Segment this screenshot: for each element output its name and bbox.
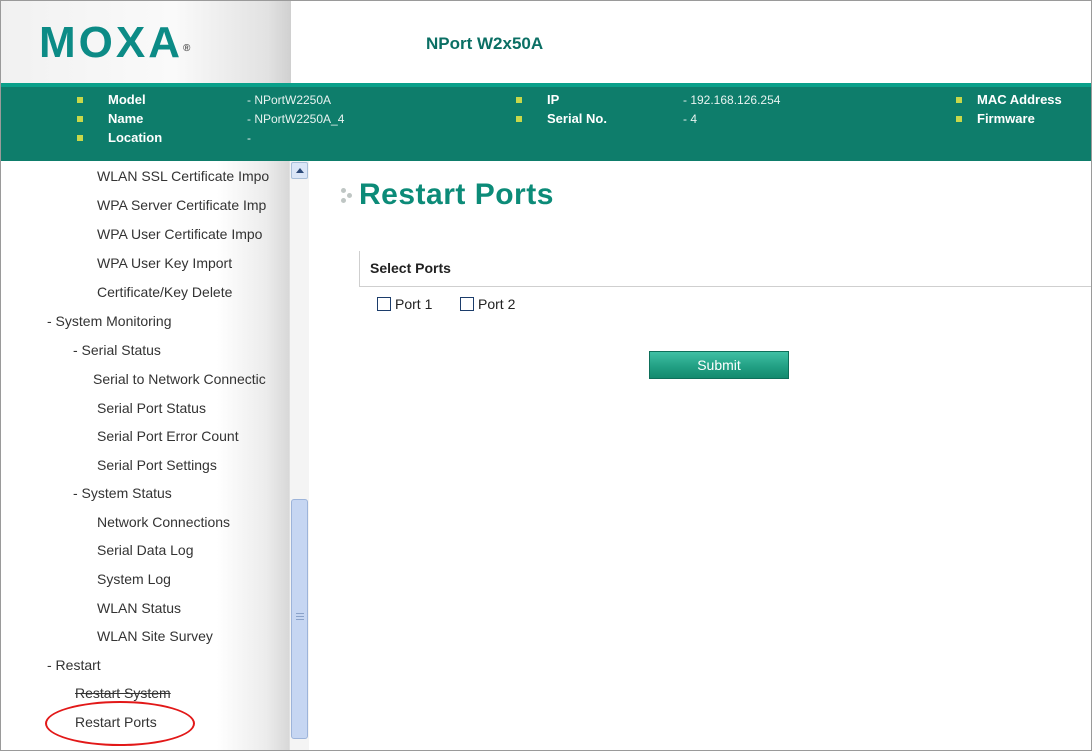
ip-label: IP xyxy=(547,92,560,107)
info-row-3: Location - xyxy=(1,129,601,147)
moxa-logo: MOXA® xyxy=(39,19,190,67)
nav-wpa-user-certificate-import[interactable]: WPA User Certificate Impo xyxy=(97,225,262,243)
nav-serial-port-error-count[interactable]: Serial Port Error Count xyxy=(97,427,239,445)
port1-option[interactable]: Port 1 xyxy=(377,296,432,312)
model-value: - NPortW2250A xyxy=(247,93,332,107)
model-label: Model xyxy=(108,92,146,107)
nav-serial-status[interactable]: - Serial Status xyxy=(73,341,161,359)
select-ports-header: Select Ports xyxy=(359,251,1091,287)
nav-wlan-ssl-certificate-import[interactable]: WLAN SSL Certificate Impo xyxy=(97,167,269,185)
device-info-bar: Model - NPortW2250A IP - 192.168.126.254… xyxy=(1,83,1091,161)
bullet-icon xyxy=(77,116,83,122)
scroll-up-icon[interactable] xyxy=(291,162,308,179)
nav-system-monitoring[interactable]: - System Monitoring xyxy=(47,312,171,330)
nav-serial-port-status[interactable]: Serial Port Status xyxy=(97,399,206,417)
main-content: Restart Ports Select Ports Port 1 Port 2… xyxy=(309,161,1091,750)
sidebar-nav: WLAN SSL Certificate Impo WPA Server Cer… xyxy=(1,161,309,750)
grip-icon xyxy=(296,613,304,622)
location-label: Location xyxy=(108,130,163,145)
nav-restart-system[interactable]: Restart System xyxy=(75,684,171,702)
bullet-icon xyxy=(956,116,962,122)
info-row-2: Name - NPortW2250A_4 Serial No. - 4 Firm… xyxy=(1,110,1091,128)
title-dots-icon xyxy=(341,188,355,204)
port2-option[interactable]: Port 2 xyxy=(460,296,515,312)
port1-checkbox[interactable] xyxy=(377,297,391,311)
nav-restart[interactable]: - Restart xyxy=(47,656,101,674)
nav-network-connections[interactable]: Network Connections xyxy=(97,513,230,531)
scrollbar-thumb[interactable] xyxy=(291,499,308,739)
nav-restart-ports[interactable]: Restart Ports xyxy=(75,713,157,731)
product-name: NPort W2x50A xyxy=(426,34,544,53)
nav-system-status[interactable]: - System Status xyxy=(73,484,172,502)
serial-label: Serial No. xyxy=(547,111,607,126)
logo-area: MOXA® xyxy=(1,1,291,83)
mac-address-label: MAC Address xyxy=(977,92,1062,107)
bullet-icon xyxy=(77,135,83,141)
name-label: Name xyxy=(108,111,144,126)
nav-system-log[interactable]: System Log xyxy=(97,570,171,588)
logo-text: MOXA xyxy=(39,18,183,67)
browser-page: MOXA® NPort W2x50A Model - NPortW2250A I… xyxy=(0,0,1092,751)
port2-checkbox[interactable] xyxy=(460,297,474,311)
nav-certificate-key-delete[interactable]: Certificate/Key Delete xyxy=(97,283,232,301)
nav-wlan-site-survey[interactable]: WLAN Site Survey xyxy=(97,627,213,645)
nav-wpa-server-certificate-import[interactable]: WPA Server Certificate Imp xyxy=(97,196,266,214)
name-value: - NPortW2250A_4 xyxy=(247,112,345,126)
submit-button[interactable]: Submit xyxy=(649,351,789,379)
port2-label: Port 2 xyxy=(478,296,516,312)
bullet-icon xyxy=(516,97,522,103)
ip-value: - 192.168.126.254 xyxy=(683,93,781,107)
sidebar-scrollbar[interactable] xyxy=(289,161,309,750)
nav-wlan-status[interactable]: WLAN Status xyxy=(97,599,181,617)
info-row-1: Model - NPortW2250A IP - 192.168.126.254… xyxy=(1,91,1091,109)
location-value: - xyxy=(247,131,251,145)
serial-value: - 4 xyxy=(683,112,698,126)
firmware-label: Firmware xyxy=(977,111,1035,126)
port1-label: Port 1 xyxy=(395,296,433,312)
nav-serial-port-settings[interactable]: Serial Port Settings xyxy=(97,456,217,474)
page-title: Restart Ports xyxy=(359,178,554,211)
bullet-icon xyxy=(956,97,962,103)
nav-wpa-user-key-import[interactable]: WPA User Key Import xyxy=(97,254,232,272)
registered-mark: ® xyxy=(183,43,191,54)
select-ports-label: Select Ports xyxy=(370,260,451,276)
nav-serial-to-network-connections[interactable]: Serial to Network Connectic xyxy=(93,370,266,388)
bullet-icon xyxy=(77,97,83,103)
bullet-icon xyxy=(516,116,522,122)
nav-serial-data-log[interactable]: Serial Data Log xyxy=(97,541,194,559)
header: MOXA® NPort W2x50A xyxy=(1,1,1091,83)
